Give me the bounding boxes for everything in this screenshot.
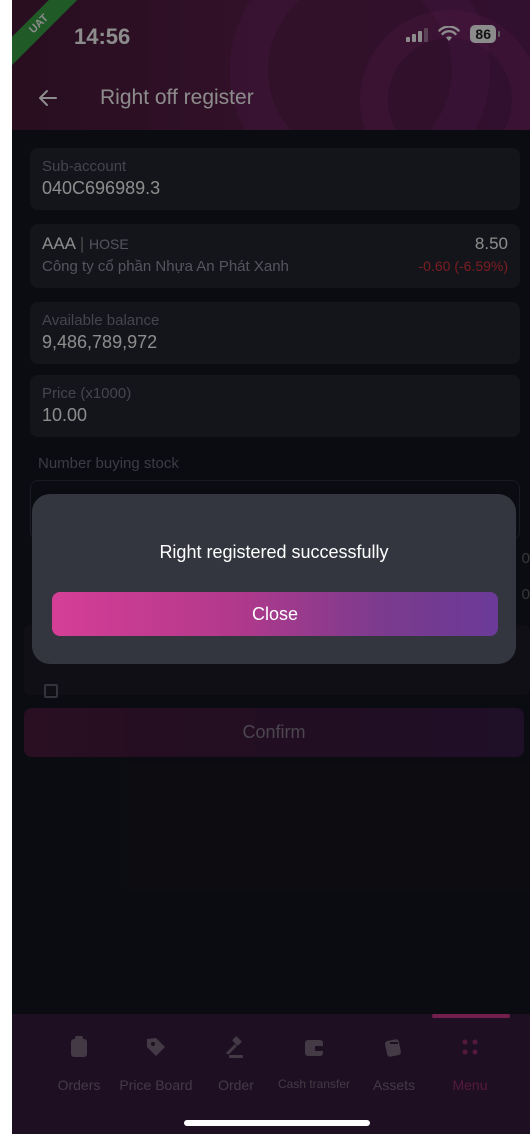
app-screen: UAT 14:56 86 Right off register Sub-acco… <box>12 0 530 1134</box>
home-indicator <box>184 1120 370 1126</box>
close-button[interactable]: Close <box>52 592 498 636</box>
success-message: Right registered successfully <box>159 542 389 562</box>
success-dialog: Right registered successfully Close <box>32 494 516 664</box>
